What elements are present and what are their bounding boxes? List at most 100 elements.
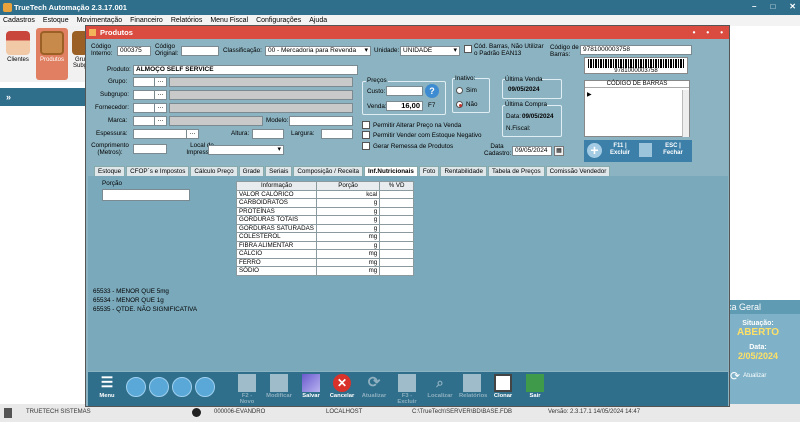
codigo-barras-input[interactable]: 9781000003758 [580,45,692,55]
tab-foto[interactable]: Foto [418,166,440,176]
tab-seriais[interactable]: Seriais [265,166,293,176]
nutrient-vd[interactable] [379,266,414,276]
custo-input[interactable] [386,86,423,96]
altura-input[interactable] [252,129,284,139]
inativo-sim-radio[interactable] [456,87,463,94]
produto-input[interactable]: ALMOÇO SELF SERVICE [133,65,358,75]
nutrient-vd[interactable] [379,249,414,259]
menu-cadastros[interactable]: Cadastros [3,17,35,24]
unidade-select[interactable]: UNIDADE [400,46,460,56]
nutrient-unit[interactable]: g [315,223,381,233]
classificacao-select[interactable]: 00 - Mercadoria para Revenda [265,46,371,56]
tab-composicao-receita[interactable]: Composição / Receita [293,166,363,176]
permitir-vender-negativo-checkbox[interactable] [362,131,370,139]
table-row[interactable]: SÓDIO mg [236,266,414,276]
clonar-button[interactable]: Clonar [490,374,516,399]
nutrient-vd[interactable] [379,215,414,225]
table-row[interactable]: VALOR CALÓRICO kcal [236,189,414,199]
codigo-original-input[interactable] [181,46,219,56]
tab-grade[interactable]: Grade [238,166,265,176]
nutrient-unit[interactable]: mg [315,232,381,242]
nutrient-vd[interactable] [379,223,414,233]
local-impressao-select[interactable] [208,145,284,155]
dialog-maximize-icon[interactable]: • [706,26,709,39]
close-icon[interactable]: ✕ [789,2,796,11]
table-row[interactable]: FIBRA ALIMENTAR g [236,240,414,250]
minimize-icon[interactable]: – [752,2,756,11]
add-barcode-icon[interactable]: + [587,143,602,158]
menu-button[interactable]: ☰ Menu [94,374,120,399]
comprimento-input[interactable] [133,144,167,154]
menu-relatorios[interactable]: Relatórios [171,17,203,24]
novo-button[interactable]: F2 - Novo [234,374,260,405]
clientes-button[interactable]: Clientes [2,28,34,80]
permitir-alterar-preco-checkbox[interactable] [362,121,370,129]
localizar-button[interactable]: ⌕ Localizar [427,374,453,399]
sair-button[interactable]: Sair [522,374,548,399]
tab-tabela-precos[interactable]: Tabela de Preços [487,166,545,176]
menu-movimentacao[interactable]: Movimentação [77,17,123,24]
prev-record-icon[interactable] [149,377,169,397]
nutrient-vd[interactable] [379,240,414,250]
nutrient-unit[interactable]: mg [315,249,381,259]
atualizar-button[interactable]: ⟳ Atualizar [361,374,387,399]
dialog-close-icon[interactable]: • [720,26,723,39]
table-row[interactable]: CÁLCIO mg [236,249,414,259]
menu-ajuda[interactable]: Ajuda [309,17,327,24]
tab-comissao-vendedor[interactable]: Comissão Vendedor [545,166,611,176]
tab-inf-nutricionais[interactable]: Inf.Nutricionais [363,166,418,176]
gerar-remessa-checkbox[interactable] [362,142,370,150]
cancelar-button[interactable]: ✕ Cancelar [329,374,355,399]
help-icon[interactable]: ? [425,84,439,98]
maximize-icon[interactable]: □ [770,2,775,11]
nutrient-vd[interactable] [379,257,414,267]
esc-fechar-button[interactable]: ESC | Fechar [660,143,686,157]
table-row[interactable]: PROTEÍNAS g [236,206,414,216]
last-record-icon[interactable] [195,377,215,397]
next-record-icon[interactable] [172,377,192,397]
nutrient-unit[interactable]: mg [315,266,381,276]
espessura-lookup-button[interactable]: ... [186,129,199,139]
calendar-icon[interactable]: ▦ [554,146,564,156]
f11-excluir-button[interactable]: F11 | Excluir [608,143,632,157]
subgrupo-lookup-button[interactable]: ... [154,90,167,100]
codigo-interno-input[interactable]: 000375 [117,46,151,56]
venda-input[interactable]: 16,00 [386,101,423,111]
nao-utilizar-ean13-checkbox[interactable] [464,45,472,53]
relatorios-button[interactable]: Relatórios [459,374,487,399]
fornecedor-lookup-button[interactable]: ... [154,103,167,113]
nutrient-unit[interactable]: g [315,240,381,250]
inativo-nao-radio[interactable] [456,101,463,108]
table-row[interactable]: COLESTEROL mg [236,232,414,242]
nutrient-unit[interactable]: g [315,198,381,208]
data-cadastro-input[interactable]: 09/05/2024 [512,146,552,156]
excluir-button[interactable]: F3 - Excluir [394,374,420,405]
nutrient-vd[interactable] [379,232,414,242]
codigo-barras-list[interactable]: CÓDIGO DE BARRAS ▶ [584,80,690,137]
porcao-input[interactable] [102,189,190,201]
side-expand-bar[interactable]: » [0,88,90,106]
nutrition-table[interactable]: Informação Porção % VD VALOR CALÓRICO kca… [236,181,414,276]
first-record-icon[interactable] [126,377,146,397]
table-row[interactable]: GORDURAS SATURADAS g [236,223,414,233]
nutrient-unit[interactable]: g [315,206,381,216]
tab-calculo-preco[interactable]: Cálculo Preço [190,166,238,176]
nutrient-vd[interactable] [379,198,414,208]
dialog-minimize-icon[interactable]: • [693,26,696,39]
nutrient-unit[interactable]: kcal [315,189,381,199]
tab-estoque[interactable]: Estoque [94,166,126,176]
produtos-button[interactable]: Produtos [36,28,68,80]
table-row[interactable]: CARBOIDRATOS g [236,198,414,208]
nutrient-unit[interactable]: mg [315,257,381,267]
list-scrollbar[interactable] [682,90,689,137]
menu-configuracoes[interactable]: Configurações [256,17,301,24]
table-row[interactable]: FERRO mg [236,257,414,267]
menu-fiscal[interactable]: Menu Fiscal [210,17,248,24]
table-row[interactable]: GORDURAS TOTAIS g [236,215,414,225]
nutrient-vd[interactable] [379,206,414,216]
tab-rentabilidade[interactable]: Rentabilidade [440,166,487,176]
marca-lookup-button[interactable]: ... [154,116,167,126]
tab-cfop-impostos[interactable]: CFOP´s e Impostos [126,166,190,176]
menu-estoque[interactable]: Estoque [43,17,69,24]
grupo-lookup-button[interactable]: ... [154,77,167,87]
